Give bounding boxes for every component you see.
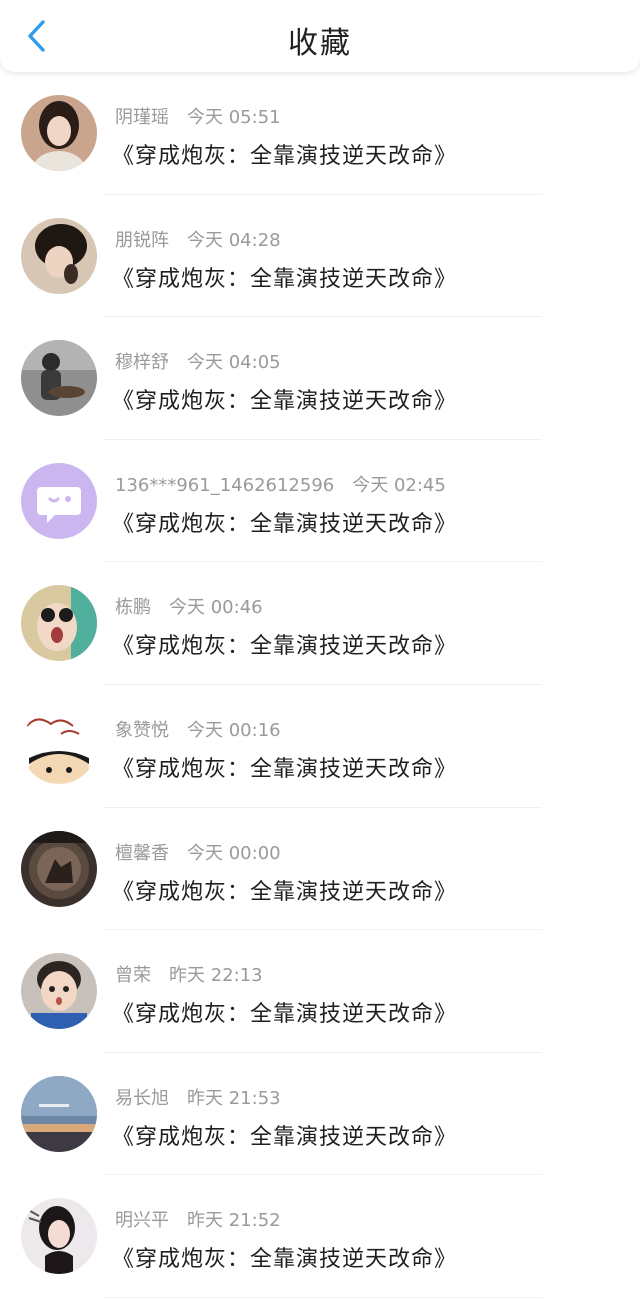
- timestamp: 昨天 21:52: [187, 1210, 281, 1232]
- book-title[interactable]: 《穿成炮灰：全靠演技逆天改命》: [112, 751, 457, 783]
- timestamp: 今天 04:05: [187, 352, 281, 374]
- list-item[interactable]: 阴瑾瑶 今天 05:51 《穿成炮灰：全靠演技逆天改命》: [0, 72, 640, 195]
- avatar[interactable]: [21, 217, 97, 294]
- list-item[interactable]: 檀馨香 今天 00:00 《穿成炮灰：全靠演技逆天改命》: [0, 808, 640, 931]
- divider: [104, 1296, 542, 1298]
- user-name: 象赞悦: [115, 719, 169, 741]
- book-title[interactable]: 《穿成炮灰：全靠演技逆天改命》: [112, 261, 457, 293]
- top-bar: 收藏: [0, 0, 640, 72]
- book-title[interactable]: 《穿成炮灰：全靠演技逆天改命》: [112, 996, 457, 1028]
- book-title[interactable]: 《穿成炮灰：全靠演技逆天改命》: [112, 383, 457, 415]
- avatar[interactable]: [21, 830, 97, 907]
- user-name: 136***961_1462612596: [115, 474, 335, 496]
- timestamp: 今天 00:00: [187, 842, 281, 864]
- avatar[interactable]: [21, 1075, 97, 1152]
- list-item[interactable]: 朋锐阵 今天 04:28 《穿成炮灰：全靠演技逆天改命》: [0, 195, 640, 318]
- timestamp: 昨天 22:13: [169, 965, 263, 987]
- favorites-list: 阴瑾瑶 今天 05:51 《穿成炮灰：全靠演技逆天改命》 朋锐阵 今天 04:28 …: [0, 72, 640, 1298]
- book-title[interactable]: 《穿成炮灰：全靠演技逆天改命》: [112, 1241, 457, 1273]
- list-item[interactable]: 栋鹏 今天 00:46 《穿成炮灰：全靠演技逆天改命》: [0, 562, 640, 685]
- user-name: 朋锐阵: [115, 229, 169, 251]
- user-name: 明兴平: [115, 1210, 169, 1232]
- list-item[interactable]: 易长旭 昨天 21:53 《穿成炮灰：全靠演技逆天改命》: [0, 1053, 640, 1176]
- default-avatar-icon[interactable]: [21, 462, 97, 539]
- user-name: 阴瑾瑶: [115, 107, 169, 128]
- book-title[interactable]: 《穿成炮灰：全靠演技逆天改命》: [112, 1119, 457, 1151]
- timestamp: 今天 02:45: [352, 474, 446, 496]
- avatar[interactable]: [21, 1198, 97, 1275]
- timestamp: 昨天 21:53: [187, 1087, 281, 1109]
- list-item[interactable]: 曾荣 昨天 22:13 《穿成炮灰：全靠演技逆天改命》: [0, 930, 640, 1053]
- list-item[interactable]: 象赞悦 今天 00:16 《穿成炮灰：全靠演技逆天改命》: [0, 685, 640, 808]
- book-title[interactable]: 《穿成炮灰：全靠演技逆天改命》: [112, 874, 457, 906]
- avatar[interactable]: [21, 95, 97, 171]
- user-name: 易长旭: [115, 1087, 169, 1109]
- avatar[interactable]: [21, 707, 97, 784]
- avatar[interactable]: [21, 340, 97, 417]
- list-item[interactable]: 136***961_1462612596 今天 02:45 《穿成炮灰：全靠演技逆…: [0, 440, 640, 563]
- user-name: 栋鹏: [115, 597, 151, 619]
- avatar[interactable]: [21, 953, 97, 1030]
- user-name: 檀馨香: [115, 842, 169, 864]
- book-title[interactable]: 《穿成炮灰：全靠演技逆天改命》: [112, 628, 457, 660]
- avatar[interactable]: [21, 585, 97, 662]
- timestamp: 今天 00:16: [187, 719, 281, 741]
- book-title[interactable]: 《穿成炮灰：全靠演技逆天改命》: [112, 138, 457, 170]
- list-item[interactable]: 明兴平 昨天 21:52 《穿成炮灰：全靠演技逆天改命》: [0, 1175, 640, 1298]
- timestamp: 今天 05:51: [187, 107, 281, 128]
- user-name: 曾荣: [115, 965, 151, 987]
- book-title[interactable]: 《穿成炮灰：全靠演技逆天改命》: [112, 506, 457, 538]
- page-title: 收藏: [288, 26, 352, 61]
- list-item[interactable]: 穆梓舒 今天 04:05 《穿成炮灰：全靠演技逆天改命》: [0, 317, 640, 440]
- timestamp: 今天 04:28: [187, 229, 281, 251]
- user-name: 穆梓舒: [115, 352, 169, 374]
- timestamp: 今天 00:46: [169, 597, 263, 619]
